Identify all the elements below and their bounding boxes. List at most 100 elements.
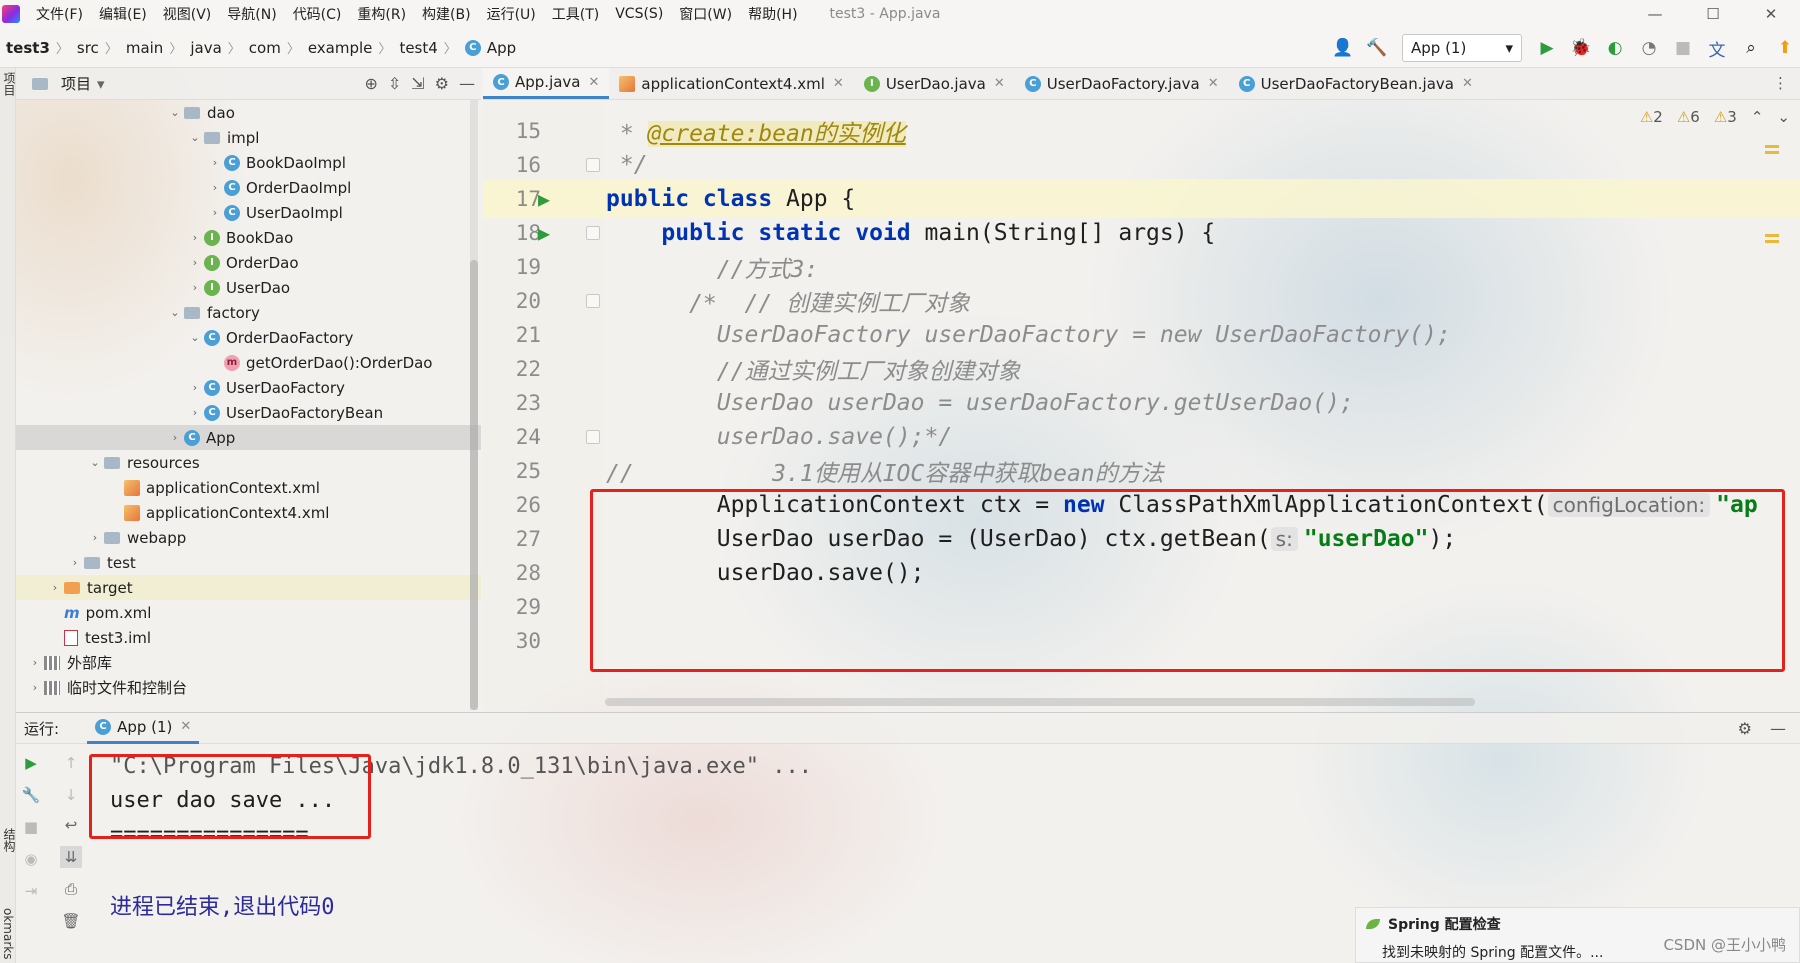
- breadcrumb-main[interactable]: main: [120, 39, 167, 57]
- menu-build[interactable]: 构建(B): [414, 4, 479, 24]
- translate-icon[interactable]: 文: [1702, 33, 1732, 63]
- expand-all-icon[interactable]: ⇳: [388, 74, 401, 93]
- chevron-right-icon[interactable]: ›: [86, 531, 104, 544]
- chevron-right-icon[interactable]: ›: [66, 556, 84, 569]
- menu-file[interactable]: 文件(F): [28, 4, 91, 24]
- menu-edit[interactable]: 编辑(E): [91, 4, 155, 24]
- more-tabs-icon[interactable]: ⋮: [1773, 74, 1788, 92]
- tab-userdaofactorybean-java[interactable]: C UserDaoFactoryBean.java ✕: [1229, 68, 1483, 99]
- collapse-all-icon[interactable]: ⇲: [411, 74, 424, 93]
- tree-item[interactable]: › C UserDaoImpl: [16, 200, 481, 225]
- tree-item[interactable]: › C App: [16, 425, 481, 450]
- bookmarks-tool-tab[interactable]: okmarks: [1, 908, 15, 959]
- chevron-down-icon[interactable]: ⌄: [166, 306, 184, 319]
- gear-icon[interactable]: ⚙: [435, 74, 449, 93]
- chevron-right-icon[interactable]: ›: [26, 681, 44, 694]
- close-icon[interactable]: ✕: [833, 76, 844, 91]
- locate-icon[interactable]: ⊕: [364, 74, 377, 93]
- run-gutter-icon[interactable]: ▶: [538, 187, 550, 211]
- menu-help[interactable]: 帮助(H): [740, 4, 805, 24]
- fold-icon[interactable]: [586, 157, 600, 172]
- tree-item[interactable]: ⌄ C OrderDaoFactory: [16, 325, 481, 350]
- build-hammer-icon[interactable]: 🔨: [1362, 33, 1392, 63]
- project-view-selector[interactable]: 项目 ▾: [32, 73, 105, 94]
- tree-item[interactable]: m getOrderDao():OrderDao: [16, 350, 481, 375]
- close-icon[interactable]: ✕: [180, 719, 191, 734]
- update-icon[interactable]: ⬆: [1770, 33, 1800, 63]
- chevron-right-icon[interactable]: ›: [186, 381, 204, 394]
- tab-userdaofactory-java[interactable]: C UserDaoFactory.java ✕: [1015, 68, 1229, 99]
- chevron-right-icon[interactable]: ›: [26, 656, 44, 669]
- tree-item[interactable]: test3.iml: [16, 625, 481, 650]
- tree-item[interactable]: › I UserDao: [16, 275, 481, 300]
- chevron-down-icon[interactable]: ⌄: [186, 331, 204, 344]
- tree-item[interactable]: applicationContext.xml: [16, 475, 481, 500]
- warning-mark[interactable]: [1765, 145, 1779, 148]
- tree-item[interactable]: ⌄ factory: [16, 300, 481, 325]
- breadcrumb-test4[interactable]: test4: [393, 39, 441, 57]
- close-icon[interactable]: ✕: [1742, 0, 1800, 28]
- breadcrumb-project[interactable]: test3: [0, 39, 54, 57]
- chevron-down-icon[interactable]: ⌄: [166, 106, 184, 119]
- camera-icon[interactable]: ◉: [20, 848, 42, 870]
- stop-icon[interactable]: ■: [1668, 33, 1698, 63]
- project-tree-scrollbar[interactable]: [470, 260, 478, 710]
- breadcrumb-src[interactable]: src: [71, 39, 103, 57]
- warning-mark[interactable]: [1765, 240, 1779, 243]
- breadcrumb-app[interactable]: C App: [459, 39, 520, 57]
- chevron-right-icon[interactable]: ›: [186, 406, 204, 419]
- tree-item[interactable]: › webapp: [16, 525, 481, 550]
- chevron-right-icon[interactable]: ›: [186, 281, 204, 294]
- close-icon[interactable]: ✕: [994, 76, 1005, 91]
- breadcrumb-example[interactable]: example: [302, 39, 377, 57]
- menu-refactor[interactable]: 重构(R): [349, 4, 414, 24]
- wrench-icon[interactable]: 🔧: [20, 784, 42, 806]
- soft-wrap-icon[interactable]: ↩: [60, 814, 82, 836]
- chevron-right-icon[interactable]: ›: [206, 156, 224, 169]
- menu-run[interactable]: 运行(U): [479, 4, 544, 24]
- tree-item[interactable]: › C UserDaoFactoryBean: [16, 400, 481, 425]
- close-icon[interactable]: ✕: [589, 75, 600, 90]
- tree-item[interactable]: › test: [16, 550, 481, 575]
- chevron-right-icon[interactable]: ›: [186, 231, 204, 244]
- close-icon[interactable]: ✕: [1462, 76, 1473, 91]
- print-icon[interactable]: ⎙: [60, 878, 82, 900]
- breadcrumb-java[interactable]: java: [184, 39, 225, 57]
- maximize-icon[interactable]: ☐: [1684, 0, 1742, 28]
- profile-icon[interactable]: ◔: [1634, 33, 1664, 63]
- arrow-down-icon[interactable]: ↓: [60, 784, 82, 806]
- run-tab-app[interactable]: C App (1) ✕: [87, 712, 200, 744]
- tree-item[interactable]: › I BookDao: [16, 225, 481, 250]
- menu-window[interactable]: 窗口(W): [671, 4, 740, 24]
- menu-code[interactable]: 代码(C): [285, 4, 350, 24]
- debug-icon[interactable]: 🐞: [1566, 33, 1596, 63]
- chevron-right-icon[interactable]: ›: [46, 581, 64, 594]
- coverage-icon[interactable]: ◐: [1600, 33, 1630, 63]
- arrow-up-icon[interactable]: ↑: [60, 752, 82, 774]
- hide-panel-icon[interactable]: —: [459, 74, 475, 93]
- menu-navigate[interactable]: 导航(N): [219, 4, 284, 24]
- rerun-icon[interactable]: ▶: [20, 752, 42, 774]
- chevron-right-icon[interactable]: ›: [206, 181, 224, 194]
- code-editor[interactable]: ⚠2 ⚠6 ⚠3 ⌃ ⌄ 15 * @create:bean的实例化 16 */…: [483, 100, 1800, 710]
- breadcrumb-com[interactable]: com: [243, 39, 285, 57]
- close-icon[interactable]: ✕: [1208, 76, 1219, 91]
- chevron-right-icon[interactable]: ›: [206, 206, 224, 219]
- tab-userdao-java[interactable]: I UserDao.java ✕: [854, 68, 1015, 99]
- fold-icon[interactable]: [586, 225, 600, 240]
- tab-app-java[interactable]: C App.java ✕: [483, 68, 610, 99]
- chevron-right-icon[interactable]: ›: [166, 431, 184, 444]
- menu-tools[interactable]: 工具(T): [544, 4, 607, 24]
- tree-item[interactable]: m pom.xml: [16, 600, 481, 625]
- gear-icon[interactable]: ⚙: [1738, 719, 1752, 738]
- tree-item[interactable]: applicationContext4.xml: [16, 500, 481, 525]
- tab-applicationcontext4-xml[interactable]: applicationContext4.xml ✕: [609, 68, 853, 99]
- run-gutter-icon[interactable]: ▶: [538, 221, 550, 245]
- editor-horizontal-scrollbar[interactable]: [605, 698, 1475, 706]
- trash-icon[interactable]: 🗑: [60, 910, 82, 932]
- run-icon[interactable]: ▶: [1532, 33, 1562, 63]
- tree-item[interactable]: › C BookDaoImpl: [16, 150, 481, 175]
- tree-item[interactable]: › C UserDaoFactory: [16, 375, 481, 400]
- run-configuration-select[interactable]: App (1) ▾: [1402, 34, 1522, 62]
- search-icon[interactable]: ⌕: [1736, 33, 1766, 63]
